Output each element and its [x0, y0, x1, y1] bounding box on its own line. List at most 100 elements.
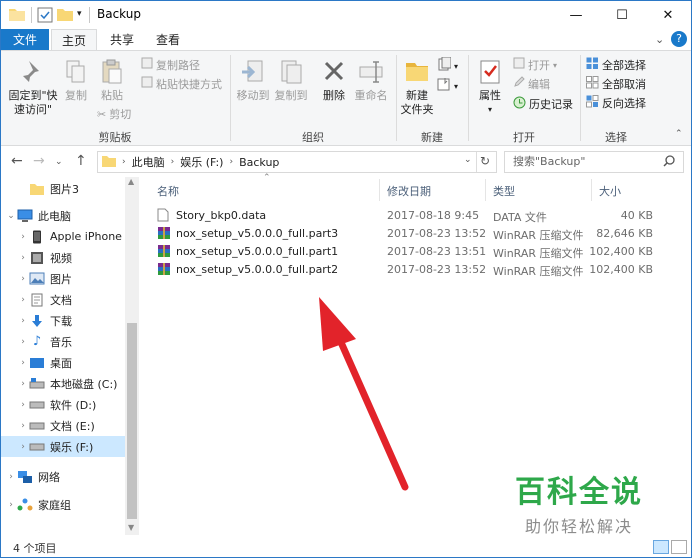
help-icon[interactable]: ? [671, 31, 687, 47]
chevron-right-icon[interactable]: › [17, 400, 29, 410]
tab-view[interactable]: 查看 [145, 29, 191, 51]
easy-access-button[interactable]: ▾ [437, 77, 458, 96]
chevron-right-icon[interactable]: › [17, 253, 29, 263]
customize-quick-access-icon[interactable]: ▾ [77, 9, 82, 25]
nav-scrollbar[interactable]: ▲ ▼ [125, 177, 139, 535]
chevron-right-icon[interactable]: › [17, 421, 29, 431]
divider[interactable] [591, 179, 592, 201]
new-folder-button[interactable]: 新建 文件夹 [399, 59, 435, 117]
table-row[interactable]: nox_setup_v5.0.0.0_full.part2 2017-08-23… [155, 261, 665, 279]
breadcrumb-backup[interactable]: Backup [239, 156, 279, 169]
delete-button[interactable]: 删除 [317, 59, 351, 103]
nav-item-desktop[interactable]: › 桌面 [1, 352, 125, 373]
nav-item-music[interactable]: › ♪ 音乐 [1, 331, 125, 352]
collapse-ribbon-icon[interactable]: ⌃ [675, 129, 683, 139]
divider[interactable] [485, 179, 486, 201]
breadcrumb-this-pc[interactable]: 此电脑 [132, 154, 165, 170]
nav-item-documents[interactable]: › 文档 [1, 289, 125, 310]
tab-home[interactable]: 主页 [51, 29, 97, 51]
system-drive-icon [29, 377, 45, 391]
column-header-size[interactable]: 大小 [599, 183, 621, 199]
column-header-type[interactable]: 类型 [493, 183, 515, 199]
chevron-right-icon[interactable]: › [17, 274, 29, 284]
new-folder-quick-icon[interactable] [57, 7, 73, 23]
open-button[interactable]: 打开 ▾ [513, 57, 557, 74]
properties-quick-icon[interactable] [37, 7, 53, 23]
chevron-right-icon[interactable]: › [17, 337, 29, 347]
paste-button[interactable]: 粘贴 [95, 59, 129, 103]
nav-item-homegroup[interactable]: › 家庭组 [1, 494, 125, 515]
close-button[interactable]: ✕ [645, 1, 691, 29]
details-view-icon[interactable] [653, 540, 669, 554]
folder-icon [29, 182, 45, 196]
paste-icon [95, 59, 129, 89]
invert-selection-button[interactable]: 反向选择 [586, 95, 646, 113]
copy-to-button[interactable]: 复制到 [273, 59, 309, 103]
chevron-down-icon[interactable]: ⌄ [655, 33, 664, 46]
file-name: nox_setup_v5.0.0.0_full.part2 [176, 263, 339, 276]
pin-to-quick-access-button[interactable]: 固定到"快 速访问" [5, 59, 61, 117]
table-row[interactable]: Story_bkp0.data 2017-08-18 9:45 DATA 文件 … [155, 207, 665, 225]
search-input[interactable]: 搜索"Backup" [504, 151, 684, 173]
nav-scroll-thumb[interactable] [127, 323, 137, 519]
chevron-down-icon[interactable]: ⌄ [5, 211, 17, 221]
chevron-right-icon[interactable]: › [17, 232, 29, 242]
file-date: 2017-08-23 13:52 [387, 263, 487, 276]
table-row[interactable]: nox_setup_v5.0.0.0_full.part1 2017-08-23… [155, 243, 665, 261]
column-header-name[interactable]: 名称 [157, 183, 179, 199]
rename-button[interactable]: 重命名 [353, 59, 389, 103]
cut-button[interactable]: ✂ 剪切 [97, 107, 131, 123]
chevron-right-icon[interactable]: › [17, 358, 29, 368]
paste-shortcut-label: 粘贴快捷方式 [156, 77, 222, 91]
minimize-button[interactable]: — [553, 1, 599, 29]
search-icon[interactable] [663, 155, 675, 170]
scroll-down-icon[interactable]: ▼ [128, 523, 134, 532]
nav-item-pictures3[interactable]: 图片3 [1, 178, 125, 199]
refresh-icon[interactable]: ↻ [480, 154, 490, 168]
address-bar[interactable]: › 此电脑 › 娱乐 (F:) › Backup ⌄ ↻ [97, 151, 497, 173]
properties-button[interactable]: 属性 ▾ [473, 59, 507, 117]
chevron-right-icon[interactable]: › [17, 442, 29, 452]
nav-item-videos[interactable]: › 视频 [1, 247, 125, 268]
forward-arrow-icon[interactable]: → [33, 153, 45, 169]
recent-locations-chevron-icon[interactable]: ⌄ [55, 157, 63, 167]
back-arrow-icon[interactable]: ← [11, 153, 23, 169]
copy-path-button[interactable]: 复制路径 [141, 57, 200, 74]
table-row[interactable]: nox_setup_v5.0.0.0_full.part3 2017-08-23… [155, 225, 665, 243]
chevron-right-icon[interactable]: › [5, 500, 17, 510]
nav-item-drive-e[interactable]: › 文档 (E:) [1, 415, 125, 436]
paste-shortcut-button[interactable]: 粘贴快捷方式 [141, 76, 222, 93]
nav-item-pictures[interactable]: › 图片 [1, 268, 125, 289]
nav-item-this-pc[interactable]: ⌄ 此电脑 [1, 205, 125, 226]
select-all-button[interactable]: 全部选择 [586, 57, 646, 75]
nav-item-drive-f[interactable]: › 娱乐 (F:) [1, 436, 125, 457]
title-bar: ▾ Backup — ☐ ✕ [1, 1, 691, 29]
column-header-date[interactable]: 修改日期 [387, 183, 431, 199]
nav-item-network[interactable]: › 网络 [1, 466, 125, 487]
new-item-button[interactable]: ▾ [437, 56, 458, 76]
scroll-up-icon[interactable]: ▲ [128, 177, 134, 186]
tab-share[interactable]: 共享 [99, 29, 145, 51]
up-arrow-icon[interactable]: ↑ [75, 153, 87, 169]
nav-item-drive-d[interactable]: › 软件 (D:) [1, 394, 125, 415]
large-icons-view-icon[interactable] [671, 540, 687, 554]
divider[interactable] [379, 179, 380, 201]
nav-item-downloads[interactable]: › 下载 [1, 310, 125, 331]
chevron-right-icon[interactable]: › [17, 295, 29, 305]
tab-file[interactable]: 文件 [1, 29, 49, 51]
address-history-chevron-icon[interactable]: ⌄ [464, 155, 472, 165]
chevron-right-icon[interactable]: › [5, 472, 17, 482]
nav-item-iphone[interactable]: › Apple iPhone [1, 226, 125, 247]
maximize-button[interactable]: ☐ [599, 1, 645, 29]
copy-button[interactable]: 复制 [61, 59, 91, 103]
history-button[interactable]: 历史记录 [513, 96, 573, 114]
select-none-button[interactable]: 全部取消 [586, 76, 646, 94]
breadcrumb-drive-f[interactable]: 娱乐 (F:) [180, 154, 223, 170]
move-to-button[interactable]: 移动到 [235, 59, 271, 103]
edit-button[interactable]: 编辑 [513, 76, 550, 93]
nav-item-drive-c[interactable]: › 本地磁盘 (C:) [1, 373, 125, 394]
chevron-right-icon[interactable]: › [17, 379, 29, 389]
winrar-icon [157, 262, 171, 279]
chevron-right-icon[interactable]: › [17, 316, 29, 326]
move-to-label: 移动到 [236, 89, 270, 102]
